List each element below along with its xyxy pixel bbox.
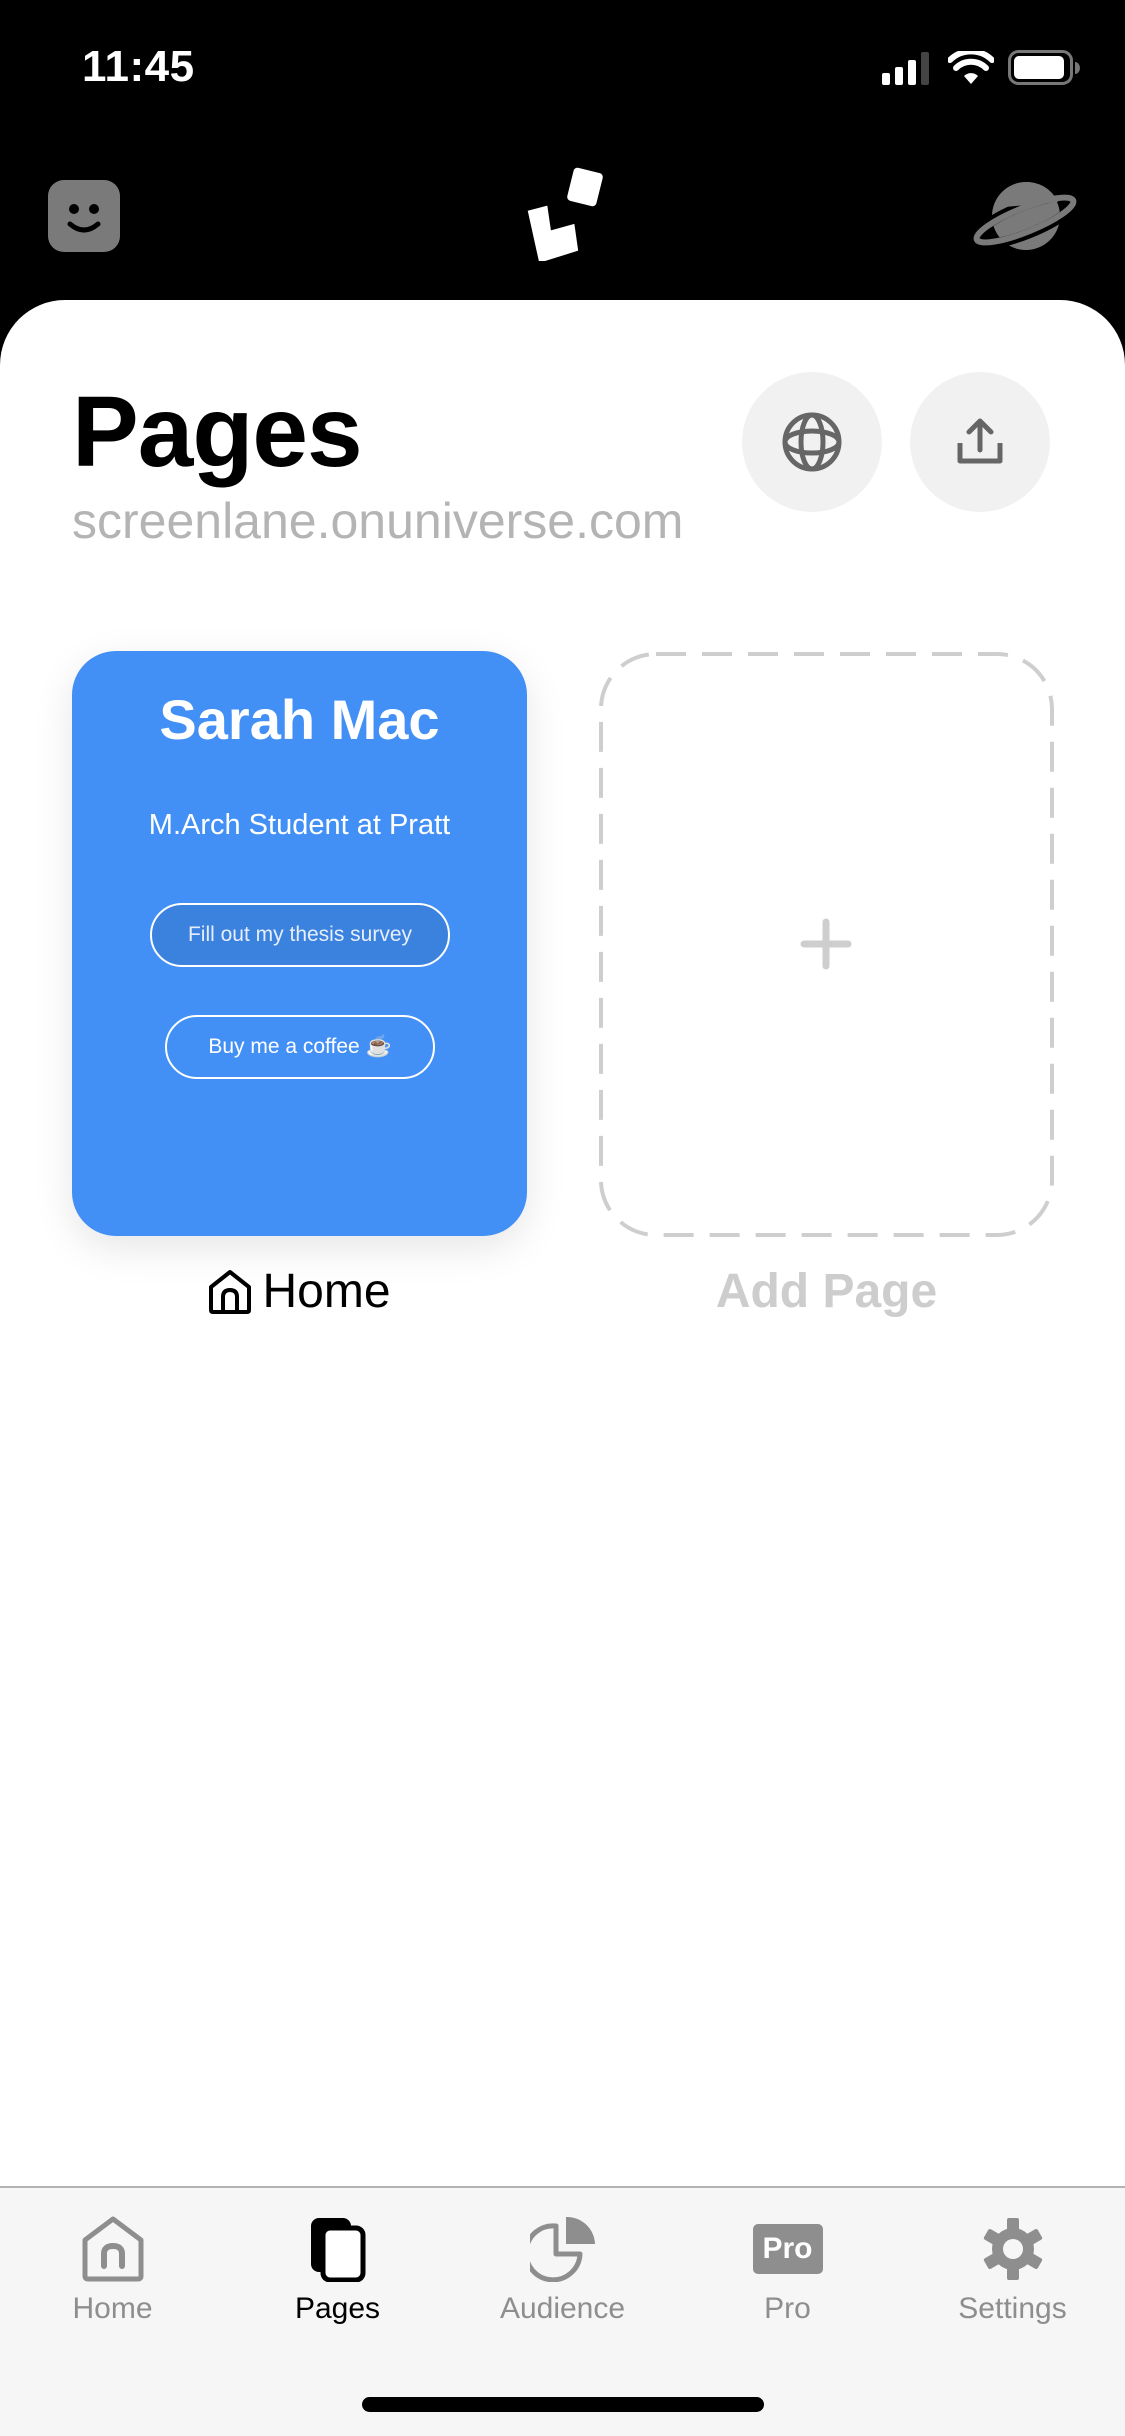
site-url: screenlane.onuniverse.com xyxy=(72,493,684,549)
pages-icon xyxy=(310,2218,365,2282)
page-title: Pages xyxy=(72,376,363,488)
status-time: 11:45 xyxy=(82,42,195,91)
page-label-text: Home xyxy=(262,1265,391,1318)
tab-pages[interactable]: Pages xyxy=(225,2188,450,2338)
tab-settings[interactable]: Settings xyxy=(900,2188,1125,2338)
planet-icon xyxy=(969,182,1081,250)
share-icon xyxy=(957,418,1003,464)
tab-audience[interactable]: Audience xyxy=(450,2188,675,2338)
home-icon xyxy=(209,1269,252,1314)
tab-label: Pro xyxy=(764,2292,811,2325)
pro-badge-text: Pro xyxy=(762,2232,813,2265)
tab-label: Pages xyxy=(294,2292,381,2325)
pro-badge-icon: Pro xyxy=(752,2224,823,2274)
top-nav xyxy=(0,150,1125,280)
view-site-button[interactable] xyxy=(742,372,882,512)
page-card-home[interactable]: Sarah Mac M.Arch Student at Pratt Fill o… xyxy=(72,651,527,1236)
add-page-label[interactable]: Add Page xyxy=(598,1264,1055,1319)
add-page-card[interactable] xyxy=(598,651,1055,1238)
app-logo xyxy=(520,166,610,263)
gear-icon xyxy=(983,2218,1042,2280)
card-link-button[interactable]: Fill out my thesis survey xyxy=(150,903,450,967)
tab-home[interactable]: Home xyxy=(0,2188,225,2338)
share-button[interactable] xyxy=(910,372,1050,512)
card-bio: M.Arch Student at Pratt xyxy=(148,809,451,841)
tab-pro[interactable]: Pro Pro xyxy=(675,2188,900,2338)
card-link-button[interactable]: Buy me a coffee ☕ xyxy=(165,1015,435,1079)
pie-chart-icon xyxy=(529,2216,595,2282)
universe-button[interactable] xyxy=(969,178,1081,254)
home-icon xyxy=(82,2216,143,2282)
page-label-home[interactable]: Home xyxy=(72,1264,527,1319)
card-name: Sarah Mac xyxy=(159,688,440,751)
smiley-face-icon xyxy=(48,180,120,252)
profile-button[interactable] xyxy=(48,180,120,252)
cellular-signal-icon xyxy=(882,51,934,90)
status-icons xyxy=(882,47,1080,91)
home-indicator[interactable] xyxy=(362,2397,764,2412)
wifi-icon xyxy=(947,47,995,90)
tab-label: Home xyxy=(72,2292,153,2325)
tab-label: Settings xyxy=(958,2292,1067,2325)
battery-icon xyxy=(1008,49,1080,91)
pages-sheet: Pages screenlane.onuniverse.com Sarah Ma… xyxy=(0,300,1125,2436)
plus-icon xyxy=(800,918,852,970)
status-bar: 11:45 xyxy=(0,0,1125,140)
tab-label: Audience xyxy=(499,2292,626,2325)
globe-icon xyxy=(782,412,842,472)
